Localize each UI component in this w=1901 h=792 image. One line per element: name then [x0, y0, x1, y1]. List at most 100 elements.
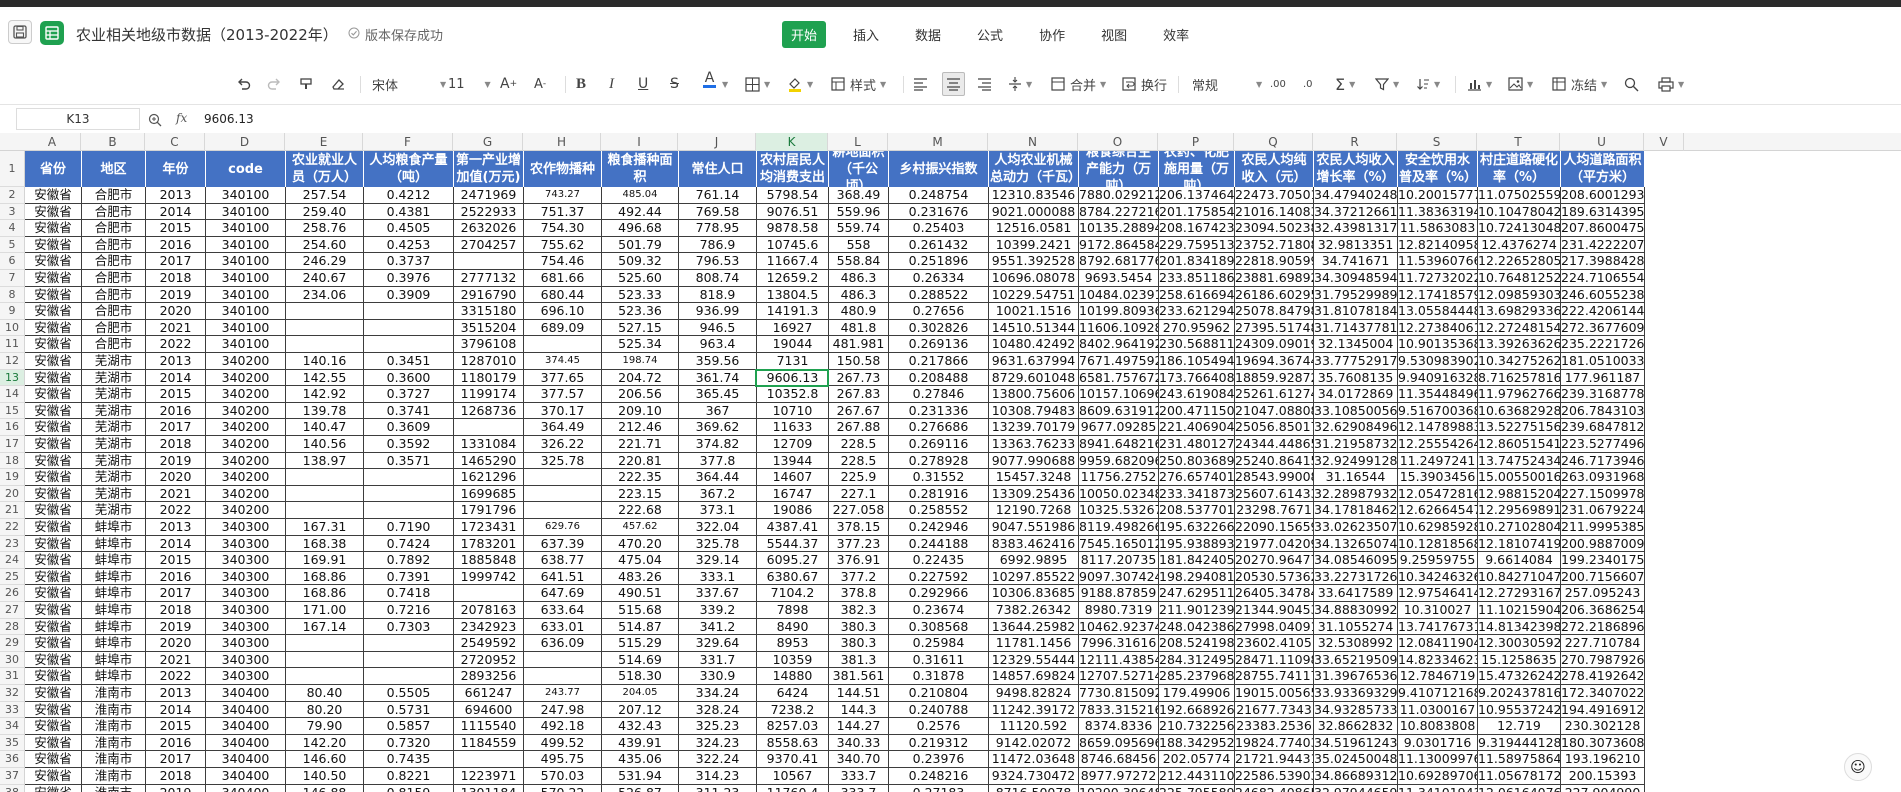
table-cell[interactable]: 322.04	[679, 519, 757, 536]
row-header-7[interactable]: 7	[0, 270, 25, 287]
table-cell[interactable]: 0.292966	[889, 585, 989, 602]
table-cell[interactable]: 28543.99008	[1235, 469, 1314, 486]
table-cell[interactable]: 9076.51	[757, 203, 829, 221]
table-cell[interactable]: 208.1674238	[1159, 220, 1235, 237]
table-cell[interactable]: 安徽省	[25, 203, 82, 221]
row-header-26[interactable]: 26	[0, 585, 25, 602]
column-header-E[interactable]: E	[285, 133, 363, 151]
table-cell[interactable]: 2021	[146, 319, 206, 337]
table-cell[interactable]: 370.17	[524, 402, 602, 420]
wrap-text-button[interactable]: 换行	[1122, 72, 1167, 96]
table-cell[interactable]	[364, 668, 454, 685]
table-cell[interactable]: 8117.20735	[1079, 552, 1159, 569]
table-header-cell[interactable]: 省份	[25, 151, 82, 187]
table-cell[interactable]: 259.40	[286, 203, 364, 221]
decrease-font-size-icon[interactable]: A-	[534, 72, 546, 96]
table-cell[interactable]: 淮南市	[82, 768, 146, 785]
table-cell[interactable]: 32.62908496	[1314, 419, 1398, 436]
table-cell[interactable]: 21977.04209	[1235, 535, 1314, 553]
table-cell[interactable]: 12.05472816	[1398, 485, 1478, 503]
table-cell[interactable]: 329.14	[679, 552, 757, 569]
table-cell[interactable]: 1268736	[454, 402, 524, 420]
table-cell[interactable]: 169.91	[286, 552, 364, 569]
row-header-37[interactable]: 37	[0, 768, 25, 785]
table-cell[interactable]: 7382.26342	[989, 602, 1079, 619]
table-cell[interactable]: 2014	[146, 535, 206, 553]
table-cell[interactable]: 515.68	[602, 602, 679, 619]
table-cell[interactable]: 9324.730472	[989, 768, 1079, 785]
row-header-30[interactable]: 30	[0, 651, 25, 669]
table-cell[interactable]: 1999742	[454, 568, 524, 586]
table-cell[interactable]: 0.251896	[889, 253, 989, 270]
table-cell[interactable]: 16927	[757, 319, 829, 337]
table-cell[interactable]: 374.82	[679, 436, 757, 453]
table-cell[interactable]: 31.1055274	[1314, 618, 1398, 636]
row-header-14[interactable]: 14	[0, 386, 25, 403]
table-cell[interactable]: 13.74752434	[1478, 452, 1561, 470]
table-cell[interactable]: 173.7664085	[1159, 369, 1235, 387]
table-cell[interactable]: 171.00	[286, 602, 364, 619]
table-cell[interactable]: 201.834189	[1159, 253, 1235, 270]
table-cell[interactable]: 11633	[757, 419, 829, 436]
table-cell[interactable]: 368.49	[829, 187, 889, 204]
table-cell[interactable]: 34.30948594	[1314, 270, 1398, 287]
table-cell[interactable]: 10.34275262	[1478, 353, 1561, 370]
table-cell[interactable]: 9606.13	[757, 369, 829, 387]
table-cell[interactable]: 340200	[206, 353, 286, 370]
table-cell[interactable]: 2016	[146, 402, 206, 420]
table-cell[interactable]: 安徽省	[25, 469, 82, 486]
table-cell[interactable]: 淮南市	[82, 718, 146, 735]
table-cell[interactable]: 0.248754	[889, 187, 989, 204]
table-cell[interactable]: 12.25554264	[1398, 436, 1478, 453]
table-cell[interactable]: 755.62	[524, 236, 602, 254]
table-cell[interactable]	[286, 485, 364, 503]
font-family-select[interactable]: 宋体 ▼	[372, 72, 446, 96]
table-cell[interactable]: 188.3429525	[1159, 734, 1235, 752]
table-cell[interactable]: 481.8	[829, 319, 889, 337]
table-cell[interactable]: 435.06	[602, 751, 679, 768]
table-cell[interactable]: 3315180	[454, 303, 524, 320]
table-cell[interactable]: 5798.54	[757, 187, 829, 204]
table-cell[interactable]	[286, 303, 364, 320]
table-cell[interactable]: 364.49	[524, 419, 602, 436]
table-cell[interactable]: 安徽省	[25, 602, 82, 619]
table-cell[interactable]: 246.7173946	[1561, 452, 1645, 470]
table-cell[interactable]: 32.92499128	[1314, 452, 1398, 470]
row-header-22[interactable]: 22	[0, 519, 25, 536]
table-cell[interactable]: 10480.42492	[989, 336, 1079, 353]
table-cell[interactable]: 15.47326242	[1478, 668, 1561, 685]
table-cell[interactable]: 32.43981317	[1314, 220, 1398, 237]
table-cell[interactable]: 安徽省	[25, 286, 82, 304]
table-cell[interactable]: 2020	[146, 469, 206, 486]
table-cell[interactable]: 140.56	[286, 436, 364, 453]
table-cell[interactable]: 0.5857	[364, 718, 454, 735]
table-cell[interactable]: 340100	[206, 253, 286, 270]
row-header-29[interactable]: 29	[0, 635, 25, 652]
table-cell[interactable]: 安徽省	[25, 535, 82, 553]
table-cell[interactable]: 12.29569891	[1478, 502, 1561, 519]
table-header-cell[interactable]: 耕地面积（千公顷）	[829, 151, 889, 187]
table-cell[interactable]: 15.1258635	[1478, 651, 1561, 669]
table-cell[interactable]: 235.2221726	[1561, 336, 1645, 353]
table-cell[interactable]: 2017	[146, 585, 206, 602]
table-cell[interactable]: 340300	[206, 568, 286, 586]
table-cell[interactable]: 安徽省	[25, 718, 82, 735]
menu-item-3[interactable]: 公式	[968, 21, 1012, 48]
table-cell[interactable]: 13.05584448	[1398, 303, 1478, 320]
row-header-19[interactable]: 19	[0, 469, 25, 486]
menu-item-5[interactable]: 视图	[1092, 21, 1136, 48]
table-cell[interactable]: 80.20	[286, 701, 364, 719]
table-cell[interactable]: 7898	[757, 602, 829, 619]
table-cell[interactable]: 安徽省	[25, 336, 82, 353]
table-cell[interactable]: 0.281916	[889, 485, 989, 503]
table-cell[interactable]: 淮南市	[82, 685, 146, 702]
table-cell[interactable]: 340300	[206, 602, 286, 619]
table-cell[interactable]: 0.7418	[364, 585, 454, 602]
table-header-cell[interactable]: 第一产业增加值(万元)	[454, 151, 524, 187]
row-header-35[interactable]: 35	[0, 734, 25, 752]
table-cell[interactable]: 安徽省	[25, 303, 82, 320]
table-cell[interactable]: 257.095243	[1561, 585, 1645, 602]
table-cell[interactable]: 377.23	[829, 535, 889, 553]
table-cell[interactable]: 743.27	[524, 187, 602, 204]
table-cell[interactable]: 安徽省	[25, 369, 82, 387]
